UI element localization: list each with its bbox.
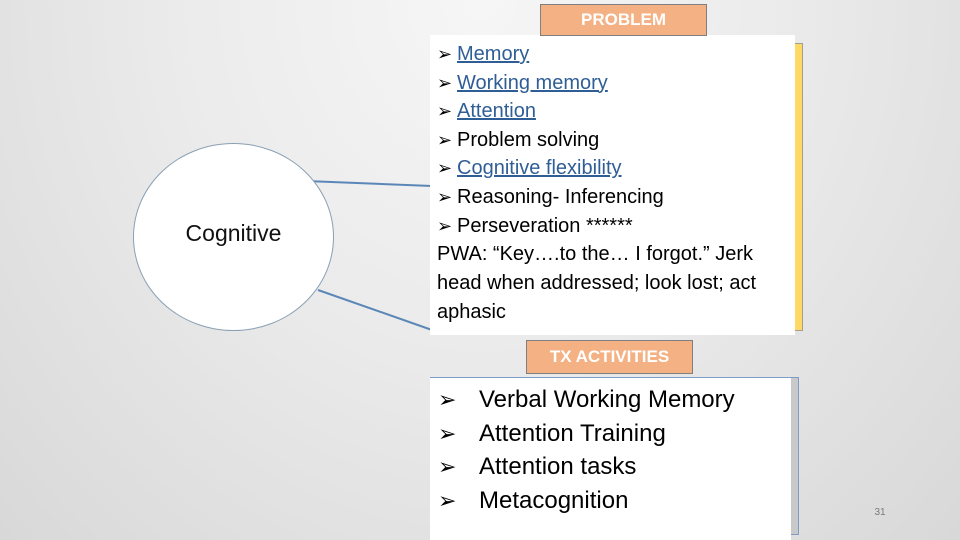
problem-item-link[interactable]: Cognitive flexibility: [457, 154, 622, 183]
problem-box: ➢ Memory ➢ Working memory ➢ Attention ➢ Problem…: [430, 35, 795, 335]
problem-item-link[interactable]: Working memory: [457, 69, 608, 98]
tx-activity-item: ➢ Attention Training: [438, 417, 791, 451]
tx-activity-label: Verbal Working Memory: [479, 386, 735, 413]
arrowhead-bullet-icon: ➢: [437, 215, 453, 236]
problem-item-label: Reasoning- Inferencing: [457, 185, 664, 208]
connector-line-bottom: [317, 289, 433, 331]
problem-item[interactable]: ➢ Attention: [437, 97, 795, 126]
tx-activity-label: Attention tasks: [479, 453, 637, 480]
pwa-note: PWA: “Key….to the… I forgot.” Jerk head …: [437, 243, 757, 324]
arrowhead-bullet-icon: ➢: [438, 387, 457, 412]
problem-item: ➢ Reasoning- Inferencing: [437, 183, 795, 212]
arrowhead-bullet-icon: ➢: [437, 101, 453, 122]
connector-line-top: [305, 180, 433, 187]
tx-activity-item: ➢ Attention tasks: [438, 450, 791, 484]
arrowhead-bullet-icon: ➢: [438, 420, 457, 446]
problem-item[interactable]: ➢ Working memory: [437, 69, 795, 98]
cognitive-node-label: Cognitive: [185, 220, 282, 246]
tx-activities-header: TX ACTIVITIES: [526, 340, 693, 374]
arrowhead-bullet-icon: ➢: [437, 129, 453, 150]
problem-list: ➢ Memory ➢ Working memory ➢ Attention ➢ Problem…: [437, 40, 795, 240]
arrowhead-bullet-icon: ➢: [437, 158, 453, 179]
arrowhead-bullet-icon: ➢: [438, 487, 457, 513]
tx-activity-item: ➢ Metacognition: [438, 484, 791, 518]
problem-item[interactable]: ➢ Cognitive flexibility: [437, 154, 795, 183]
problem-item: ➢ Perseveration ******: [437, 212, 795, 241]
problem-item-link[interactable]: Attention: [457, 97, 536, 126]
tx-activity-label: Metacognition: [479, 486, 629, 514]
tx-activity-label: Attention Training: [479, 419, 666, 447]
problem-item-label: Perseveration ******: [457, 214, 633, 237]
problem-item-link[interactable]: Memory: [457, 40, 529, 69]
tx-activities-list: ➢ Verbal Working Memory ➢ Attention Trainin…: [438, 383, 791, 517]
tx-activities-box: ➢ Verbal Working Memory ➢ Attention Trainin…: [430, 378, 791, 540]
arrowhead-bullet-icon: ➢: [438, 454, 457, 479]
problem-item-label: Problem solving: [457, 128, 600, 151]
arrowhead-bullet-icon: ➢: [437, 186, 453, 207]
arrowhead-bullet-icon: ➢: [437, 44, 453, 64]
problem-item[interactable]: ➢ Memory: [437, 40, 795, 69]
slide-number: 31: [874, 507, 886, 518]
problem-item: ➢ Problem solving: [437, 126, 795, 155]
arrowhead-bullet-icon: ➢: [437, 72, 453, 93]
problem-header: PROBLEM: [540, 4, 707, 36]
tx-activity-item: ➢ Verbal Working Memory: [438, 383, 791, 417]
